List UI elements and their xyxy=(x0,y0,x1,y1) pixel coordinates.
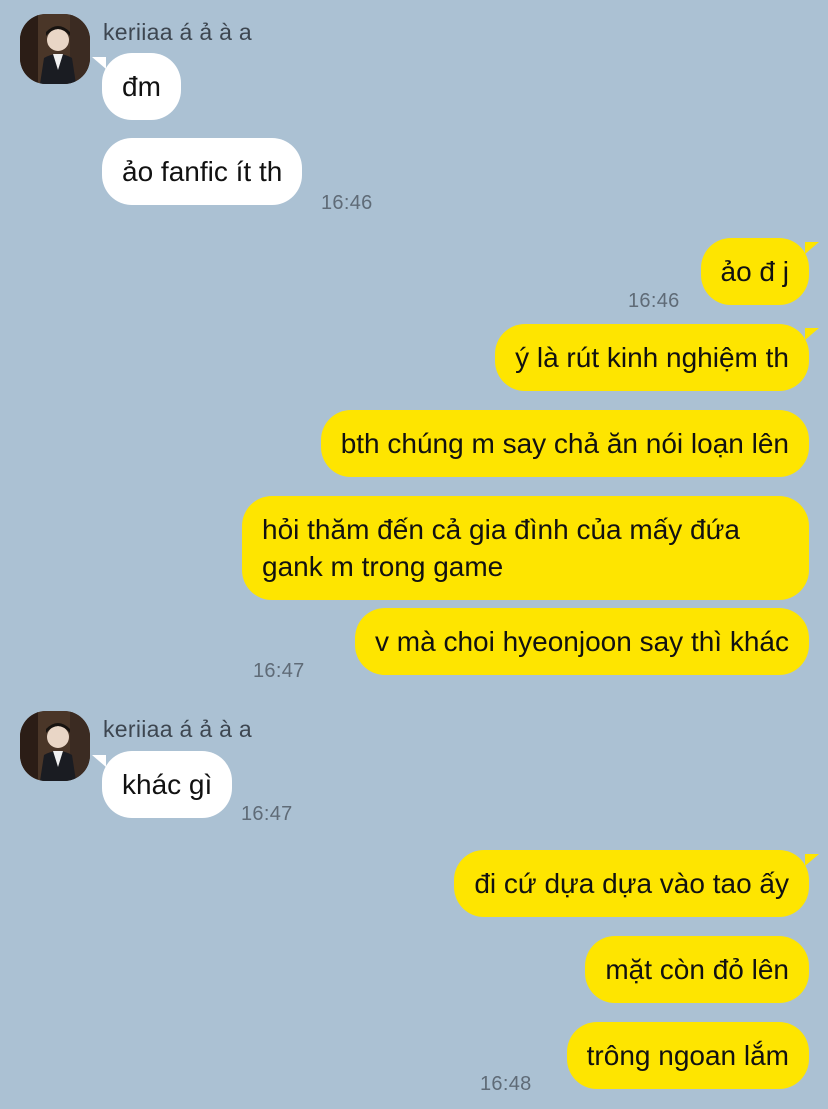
sender-name: keriiaa á ả à a xyxy=(103,716,252,742)
outgoing-message-bubble[interactable]: bth chúng m say chả ăn nói loạn lên xyxy=(320,410,809,477)
avatar-photo-icon xyxy=(20,711,90,781)
outgoing-message-bubble[interactable]: v mà choi hyeonjoon say thì khác xyxy=(354,608,809,675)
message-timestamp: 16:48 xyxy=(480,1073,532,1095)
incoming-message-bubble[interactable]: ảo fanfic ít th xyxy=(102,138,303,205)
sender-avatar[interactable] xyxy=(20,14,90,84)
avatar-photo-icon xyxy=(20,14,90,84)
sender-avatar[interactable] xyxy=(20,711,90,781)
message-timestamp: 16:46 xyxy=(321,192,373,214)
outgoing-message-bubble[interactable]: trông ngoan lắm xyxy=(566,1022,809,1089)
sender-name: keriiaa á ả à a xyxy=(103,19,252,45)
outgoing-message-bubble[interactable]: ý là rút kinh nghiệm th xyxy=(495,324,819,391)
message-timestamp: 16:46 xyxy=(628,290,680,312)
incoming-message-bubble[interactable]: đm xyxy=(92,53,181,120)
chat-window: keriiaa á ả à a đm ảo fanfic ít th 16:46… xyxy=(0,0,828,1109)
outgoing-message-bubble[interactable]: mặt còn đỏ lên xyxy=(585,936,809,1003)
incoming-message-bubble[interactable]: khác gì xyxy=(91,751,233,818)
message-timestamp: 16:47 xyxy=(253,660,305,682)
outgoing-message-bubble[interactable]: ảo đ j xyxy=(700,238,819,305)
outgoing-message-bubble[interactable]: đi cứ dựa dựa vào tao ấy xyxy=(454,850,819,917)
outgoing-message-bubble[interactable]: hỏi thăm đến cả gia đình của mấy đứa gan… xyxy=(242,496,809,600)
message-timestamp: 16:47 xyxy=(241,803,293,825)
